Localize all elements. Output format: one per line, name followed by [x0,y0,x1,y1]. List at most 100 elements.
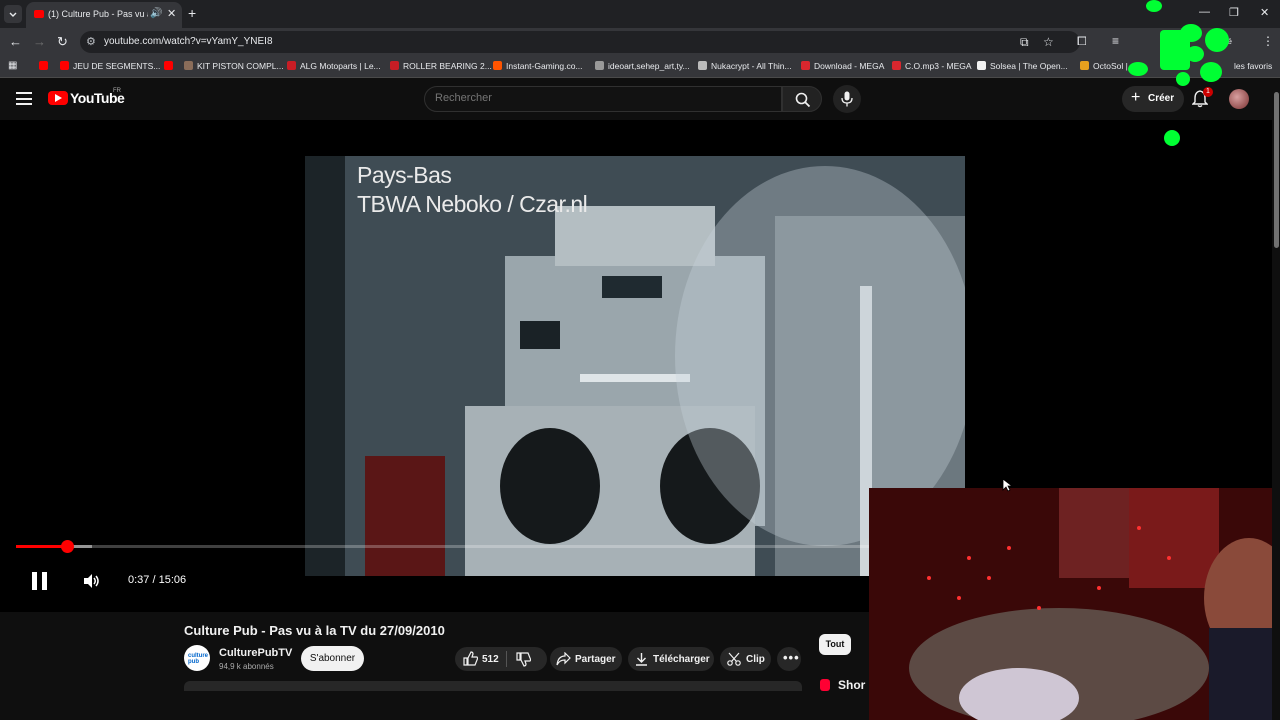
address-bar[interactable]: ⚙ youtube.com/watch?v=vYamY_YNEI8 ⧉ ☆ [80,31,1080,53]
bookmark-star-icon[interactable]: ☆ [1043,35,1054,49]
volume-icon[interactable] [82,572,100,590]
bookmark-item[interactable]: ALG Motoparts | Le... [287,61,381,71]
channel-avatar-text: culture pub [188,653,209,665]
all-bookmarks-link[interactable]: les favoris [1234,61,1272,71]
bookmark-item[interactable]: KIT PISTON COMPL... [184,61,284,71]
bookmark-favicon-icon [493,61,502,70]
bookmark-favicon-icon [60,61,69,70]
reload-icon[interactable]: ↻ [57,34,68,50]
more-actions-button[interactable]: ••• [777,647,801,671]
bookmark-item[interactable]: C.O.mp3 - MEGA [892,61,972,71]
install-app-icon[interactable]: ⧉ [1020,35,1029,50]
video-scene-image [305,156,965,576]
url-text[interactable]: youtube.com/watch?v=vYamY_YNEI8 [104,36,273,47]
bookmark-item[interactable]: ideoart,sehep_art,ty... [595,61,690,71]
like-divider [506,651,507,667]
create-button[interactable]: + Créer [1122,86,1184,112]
menu-icon[interactable] [16,92,32,105]
bookmark-favicon-icon [287,61,296,70]
webcam-image [869,488,1280,720]
bookmark-favicon-icon [977,61,986,70]
webcam-overlay [869,488,1280,720]
pause-icon [42,572,47,590]
youtube-header: YouTube FR + Créer 1 [0,78,1280,120]
shorts-section-label[interactable]: Shor [820,678,865,692]
progress-scrubber-handle[interactable] [60,540,74,553]
video-caption-line-1: Pays-Bas [357,162,452,188]
bookmark-favicon-icon [184,61,193,70]
extensions-icon[interactable]: ⧠ [1077,34,1087,49]
notification-badge: 1 [1203,87,1213,97]
mega-favicon-icon [801,61,810,70]
bookmark-favicon-icon [390,61,399,70]
bookmark-item[interactable]: JEU DE SEGMENTS... [60,61,160,71]
share-label: Partager [575,654,616,665]
tab-search-button[interactable] [4,5,22,23]
pause-button[interactable] [32,572,48,590]
microphone-icon [841,91,853,107]
bookmark-item[interactable]: Solsea | The Open... [977,61,1068,71]
forward-arrow-icon[interactable]: → [33,34,46,49]
bookmark-item[interactable]: ROLLER BEARING 2... [390,61,492,71]
bookmark-favicon-icon [1080,61,1089,70]
youtube-logo-icon[interactable] [48,91,68,105]
video-frame[interactable]: Pays-Bas TBWA Neboko / Czar.nl [305,156,965,576]
download-button[interactable]: Télécharger [628,647,714,671]
filter-chip-all[interactable]: Tout [819,634,851,655]
browser-tab[interactable]: (1) Culture Pub - Pas vu à la 🔊 ✕ [26,2,182,28]
progress-played [16,545,67,548]
description-box[interactable] [184,681,802,691]
bookmark-item[interactable] [39,61,52,71]
bookmark-favicon-icon [595,61,604,70]
bookmark-item[interactable]: OctoSol | [1080,61,1128,71]
youtube-favicon-icon [164,61,173,70]
youtube-favicon-icon [39,61,48,70]
scrollbar-thumb[interactable] [1274,92,1279,248]
browser-toolbar: ← → ↻ ⚙ youtube.com/watch?v=vYamY_YNEI8 … [0,28,1280,56]
apps-grid-icon[interactable]: ▦ [8,60,17,71]
share-button[interactable]: Partager [550,647,622,671]
bookmark-item[interactable]: Instant-Gaming.co... [493,61,583,71]
thumbs-down-icon[interactable] [516,652,531,667]
download-label: Télécharger [653,654,710,665]
channel-name[interactable]: CulturePubTV [219,647,292,659]
like-count[interactable]: 512 [482,654,499,665]
close-window-icon[interactable]: ✕ [1260,6,1269,19]
browser-tab-strip: (1) Culture Pub - Pas vu à la 🔊 ✕ + — ❐ … [0,0,1280,28]
search-icon [795,92,811,108]
mouse-cursor-icon [1002,478,1012,492]
media-controls-icon[interactable]: ≡ [1112,34,1119,48]
page-scrollbar[interactable] [1272,78,1280,720]
bookmark-item[interactable] [164,61,177,71]
speaker-icon[interactable]: 🔊 [150,8,162,19]
clip-button[interactable]: Clip [720,647,771,671]
account-avatar[interactable] [1229,89,1249,109]
like-dislike-group: 512 [455,647,547,671]
video-caption-line-2: TBWA Neboko / Czar.nl [357,191,588,217]
voice-search-button[interactable] [833,85,861,113]
tab-title: (1) Culture Pub - Pas vu à la [48,9,148,19]
chrome-menu-icon[interactable]: ⋮ [1262,34,1274,48]
channel-avatar[interactable]: culture pub [184,645,210,671]
bookmark-item[interactable]: Download - MEGA [801,61,884,71]
minimize-icon[interactable]: — [1199,6,1210,18]
search-box[interactable] [424,86,782,112]
subscribe-button[interactable]: S'abonner [301,646,364,671]
restore-icon[interactable]: ❐ [1229,6,1239,19]
shorts-icon [820,679,830,691]
bookmark-item[interactable]: Nukacrypt - All Thin... [698,61,792,71]
clip-label: Clip [746,654,765,665]
new-tab-button[interactable]: + [188,5,196,21]
scissors-icon [727,652,741,666]
bookmarks-bar: ▦ JEU DE SEGMENTS... KIT PISTON COMPL...… [0,56,1280,78]
back-arrow-icon[interactable]: ← [9,34,22,49]
search-button[interactable] [782,86,822,112]
site-info-icon[interactable]: ⚙ [86,35,96,48]
share-icon [556,652,571,666]
close-tab-icon[interactable]: ✕ [167,7,176,20]
video-title: Culture Pub - Pas vu à la TV du 27/09/20… [184,623,445,638]
thumbs-up-icon[interactable] [463,651,478,666]
pause-icon [32,572,37,590]
country-code: FR [113,88,121,94]
search-input[interactable] [435,92,765,104]
